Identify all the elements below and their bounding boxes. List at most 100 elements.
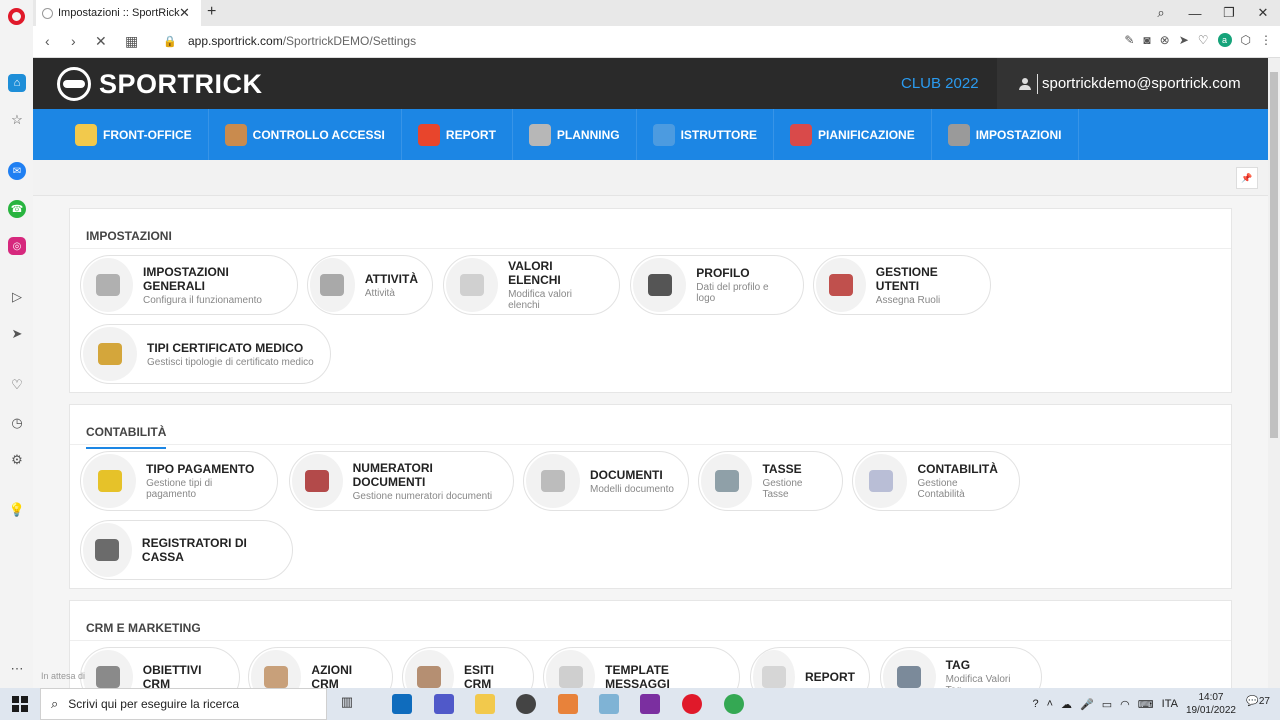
list-icon [446, 258, 499, 312]
minimize-icon[interactable]: — [1178, 6, 1212, 21]
search-tabs-icon[interactable]: ⌕ [1144, 5, 1178, 21]
extension-icon[interactable]: a [1217, 33, 1232, 47]
settings-tile[interactable]: VALORI ELENCHI Modifica valori elenchi [443, 255, 620, 315]
tabs-grid-icon[interactable]: ▦ [125, 33, 138, 50]
send-icon[interactable]: ➤ [1179, 33, 1189, 47]
heart-icon[interactable]: ♡ [1198, 33, 1209, 47]
nav-item-istruttore[interactable]: ISTRUTTORE [637, 109, 775, 160]
settings-tile[interactable]: GESTIONE UTENTI Assegna Ruoli [813, 255, 991, 315]
messenger-icon[interactable]: ✉ [8, 162, 26, 180]
settings-tile[interactable]: TAG Modifica Valori Tag [880, 647, 1042, 688]
camera-icon[interactable]: ◙ [1143, 33, 1150, 47]
settings-tile[interactable]: CONTABILITÀ Gestione Contabilità [852, 451, 1020, 511]
settings-tile[interactable]: PROFILO Dati del profilo e logo [630, 255, 804, 315]
edit-icon[interactable]: ✎ [1124, 33, 1134, 47]
stop-icon[interactable]: ✕ [95, 33, 107, 50]
obs-icon[interactable] [516, 694, 536, 714]
nav-item-controllo accessi[interactable]: CONTROLLO ACCESSI [209, 109, 402, 160]
app-blue-icon[interactable] [599, 694, 619, 714]
opera-logo-icon[interactable] [8, 8, 25, 25]
settings-tile[interactable]: TASSE Gestione Tasse [698, 451, 843, 511]
nav-item-planning[interactable]: PLANNING [513, 109, 637, 160]
section-0: IMPOSTAZIONI IMPOSTAZIONI GENERALI Configu… [69, 208, 1232, 393]
help-icon[interactable]: ? [1032, 698, 1038, 710]
browser-tab[interactable]: Impostazioni :: SportRick [36, 0, 201, 26]
clock[interactable]: 14:07 19/01/2022 [1186, 691, 1236, 717]
menu-icon[interactable]: ⋮ [1260, 33, 1272, 47]
url-field[interactable]: app.sportrick.com/SportrickDEMO/Settings [188, 34, 416, 48]
report-icon [753, 650, 795, 688]
task-view-icon[interactable]: ▥ [337, 694, 357, 714]
settings-tile[interactable]: ATTIVITÀ Attività [307, 255, 433, 315]
settings-tile[interactable]: AZIONI CRM [248, 647, 393, 688]
cash-register-icon [83, 523, 132, 577]
nav-item-report[interactable]: REPORT [402, 109, 513, 160]
settings-tile[interactable]: TIPO PAGAMENTO Gestione tipi di pagamento [80, 451, 278, 511]
settings-tile[interactable]: REGISTRATORI DI CASSA [80, 520, 293, 580]
wifi-icon[interactable]: ◠ [1120, 698, 1130, 711]
more-icon[interactable]: ⋯ [8, 660, 26, 678]
outlook-icon[interactable] [392, 694, 412, 714]
restore-icon[interactable]: ❐ [1212, 5, 1246, 21]
battery-icon[interactable]: ▭ [1102, 698, 1112, 711]
whatsapp-icon[interactable]: ☎ [8, 200, 26, 218]
mic-icon[interactable]: 🎤 [1080, 698, 1094, 711]
tile-subtitle: Gestisci tipologie di certificato medico [147, 356, 314, 368]
tile-title: TIPI CERTIFICATO MEDICO [147, 340, 304, 355]
teams-icon[interactable] [434, 694, 454, 714]
pin-button[interactable]: 📌 [1236, 167, 1258, 189]
onenote-icon[interactable] [640, 694, 660, 714]
file-explorer-icon[interactable] [475, 694, 495, 714]
nav-item-front-office[interactable]: FRONT-OFFICE [59, 109, 209, 160]
taskbar-search[interactable]: ⌕ Scrivi qui per eseguire la ricerca [40, 688, 327, 720]
chrome-icon[interactable] [724, 694, 744, 714]
player-icon[interactable]: ▷ [8, 288, 26, 306]
settings-tile[interactable]: DOCUMENTI Modelli documento [523, 451, 689, 511]
instagram-icon[interactable]: ◎ [8, 237, 26, 255]
heart-icon[interactable]: ♡ [8, 376, 26, 394]
tile-subtitle: Assegna Ruoli [875, 294, 941, 306]
cube-icon[interactable]: ⬡ [1241, 33, 1251, 47]
settings-icon[interactable]: ⚙ [8, 451, 26, 469]
settings-tile[interactable]: TEMPLATE MESSAGGI [543, 647, 740, 688]
counter-icon [292, 454, 343, 508]
settings-tile[interactable]: REPORT [750, 647, 870, 688]
notifications-icon[interactable]: 💬27 [1246, 696, 1270, 707]
club-selector[interactable]: CLUB 2022 [901, 75, 979, 92]
windows-start-icon[interactable] [12, 696, 28, 712]
opera-taskbar-icon[interactable] [682, 694, 702, 714]
language-indicator[interactable]: ITA [1162, 698, 1178, 710]
section-2: CRM E MARKETING OBIETTIVI CRM AZIONI CRM ES… [69, 600, 1232, 688]
adblock-icon[interactable]: ⊗ [1160, 33, 1170, 47]
close-tab-icon[interactable]: ✕ [179, 5, 190, 21]
nav-item-pianificazione[interactable]: PIANIFICAZIONE [774, 109, 932, 160]
star-icon[interactable]: ☆ [8, 111, 26, 129]
back-icon[interactable]: ‹ [45, 33, 50, 49]
send-icon[interactable]: ➤ [8, 325, 26, 343]
tile-title: ATTIVITÀ [364, 271, 418, 286]
app-orange-icon[interactable] [558, 694, 578, 714]
lightbulb-icon[interactable]: 💡 [8, 501, 26, 519]
user-menu[interactable]: sportrickdemo@sportrick.com [997, 58, 1268, 109]
address-bar-icons: ✎ ◙ ⊗ ➤ ♡ a ⬡ ⋮ [1124, 33, 1272, 47]
user-email: sportrickdemo@sportrick.com [1042, 75, 1241, 92]
new-tab-icon[interactable]: + [207, 3, 216, 21]
onedrive-icon[interactable]: ☁ [1061, 698, 1072, 711]
forward-icon[interactable]: › [71, 33, 76, 49]
settings-tile[interactable]: TIPI CERTIFICATO MEDICO Gestisci tipologi… [80, 324, 331, 384]
history-icon[interactable]: ◷ [8, 414, 26, 432]
nav-item-impostazioni[interactable]: IMPOSTAZIONI [932, 109, 1079, 167]
tile-subtitle: Modelli documento [590, 483, 674, 495]
tile-title: NUMERATORI DOCUMENTI [352, 460, 433, 489]
home-icon[interactable]: ⌂ [8, 74, 26, 92]
settings-tile[interactable]: IMPOSTAZIONI GENERALI Configura il funzio… [80, 255, 298, 315]
chevron-up-icon[interactable]: ˄ [1047, 698, 1053, 710]
keyboard-icon[interactable]: ⌨ [1138, 698, 1154, 711]
settings-tile[interactable]: ESITI CRM [402, 647, 534, 688]
scroll-thumb[interactable] [1270, 72, 1278, 438]
settings-tile[interactable]: NUMERATORI DOCUMENTI Gestione numeratori … [289, 451, 514, 511]
settings-tile[interactable]: OBIETTIVI CRM [80, 647, 240, 688]
logo[interactable]: SPORTRICK [57, 67, 263, 101]
close-window-icon[interactable]: ✕ [1246, 5, 1280, 21]
scrollbar[interactable] [1268, 58, 1280, 688]
